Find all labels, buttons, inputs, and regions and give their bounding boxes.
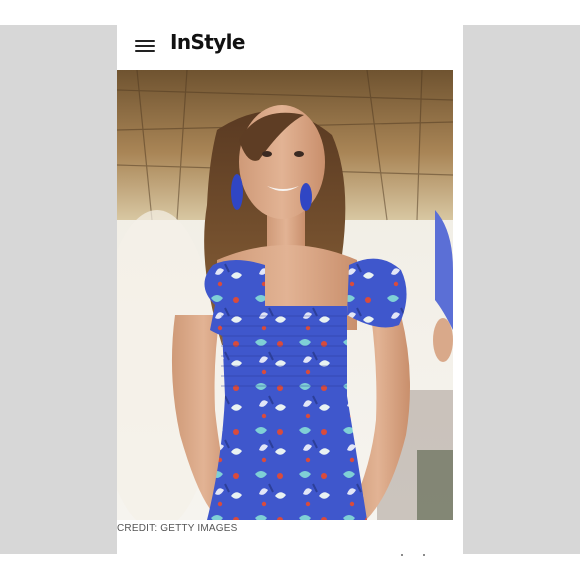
article-photo — [117, 70, 453, 520]
article-page: InStyle CREDIT: GETTY IMAGES — [117, 25, 453, 554]
bottom-dots — [401, 554, 425, 556]
photo-credit: CREDIT: GETTY IMAGES — [117, 523, 238, 534]
right-side-panel — [463, 25, 580, 554]
hamburger-menu-icon[interactable] — [135, 38, 155, 54]
site-logo[interactable]: InStyle — [170, 30, 246, 54]
site-header: InStyle — [117, 25, 453, 70]
left-side-panel — [0, 25, 117, 554]
